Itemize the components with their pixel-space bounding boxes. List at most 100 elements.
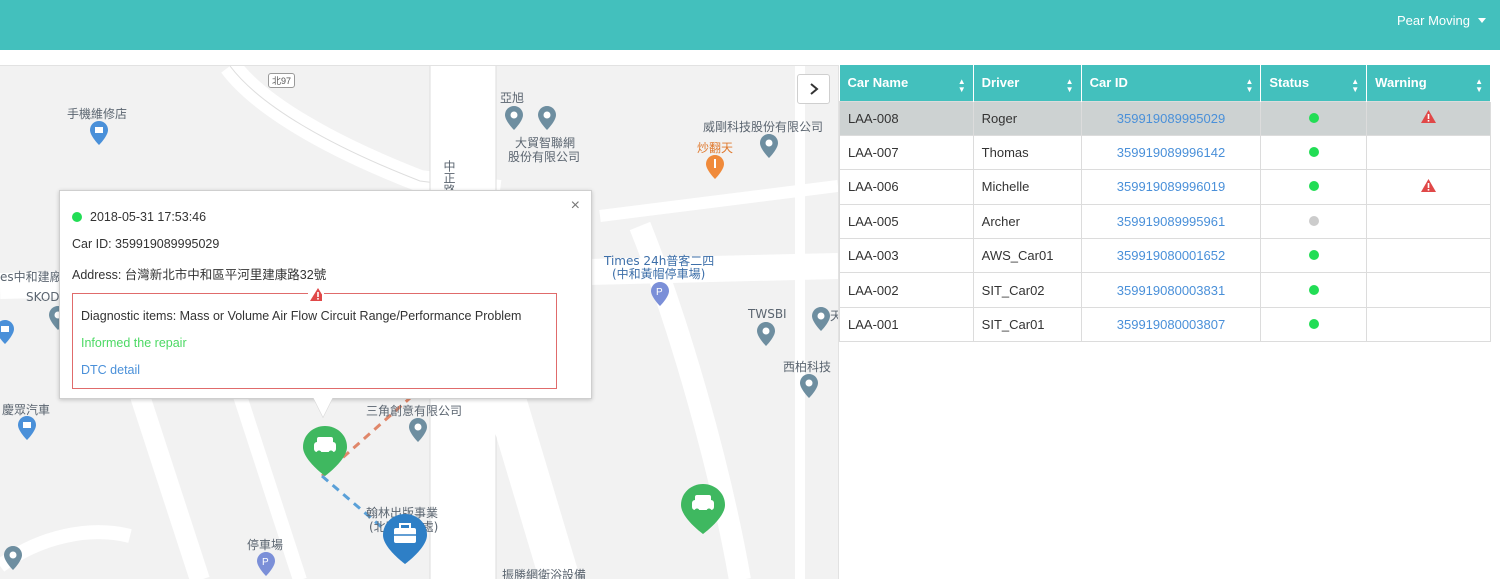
map-label-sanjiao: 三角創意有限公司 bbox=[366, 404, 463, 418]
map-label-trade-net-2: 股份有限公司 bbox=[508, 150, 581, 164]
warning-icon bbox=[1421, 178, 1437, 192]
cell-car-name: LAA-001 bbox=[839, 306, 974, 343]
cell-driver: AWS_Car01 bbox=[972, 238, 1082, 274]
diagnostic-box: Diagnostic items: Mass or Volume Air Flo… bbox=[72, 288, 557, 389]
sort-icon: ▲ ▼ bbox=[1065, 77, 1074, 94]
cell-status bbox=[1260, 203, 1368, 240]
map-label-partial: 天 bbox=[830, 307, 838, 324]
cell-warning bbox=[1366, 203, 1491, 240]
sort-icon: ▲ ▼ bbox=[1351, 77, 1360, 94]
map-label-twsbi: TWSBI bbox=[748, 307, 787, 321]
map-label-chaofan: 炒翻天 bbox=[697, 141, 734, 155]
cell-car-name: LAA-007 bbox=[839, 134, 974, 171]
cell-warning bbox=[1366, 272, 1491, 308]
cell-car-id[interactable]: 359919089996142 bbox=[1080, 134, 1262, 171]
cell-warning bbox=[1366, 100, 1491, 136]
column-header-label: Status bbox=[1269, 75, 1310, 91]
cell-warning bbox=[1366, 306, 1491, 343]
diagnostic-items: Diagnostic items: Mass or Volume Air Flo… bbox=[81, 309, 522, 323]
cell-driver: Roger bbox=[972, 100, 1082, 136]
cell-car-name: LAA-008 bbox=[839, 100, 974, 136]
cell-car-id[interactable]: 359919080003807 bbox=[1080, 306, 1262, 343]
sort-icon: ▲ ▼ bbox=[1245, 77, 1254, 94]
map-label-phone-shop: 手機維修店 bbox=[67, 107, 128, 121]
column-header-status[interactable]: Status ▲ ▼ bbox=[1260, 65, 1368, 101]
place-pin-icon bbox=[812, 307, 830, 331]
column-header-label: Car Name bbox=[847, 75, 909, 91]
table-row[interactable]: LAA-007 Thomas 359919089996142 bbox=[839, 134, 1491, 171]
cell-warning bbox=[1366, 238, 1491, 274]
column-header-warning[interactable]: Warning ▲ ▼ bbox=[1366, 65, 1491, 101]
caret-down-icon bbox=[1478, 18, 1486, 23]
column-header-car-id[interactable]: Car ID ▲ ▼ bbox=[1081, 65, 1262, 101]
car-marker-icon[interactable] bbox=[681, 484, 725, 534]
close-icon[interactable]: × bbox=[571, 197, 580, 215]
cell-status bbox=[1260, 134, 1368, 171]
place-pin-icon bbox=[757, 322, 775, 346]
place-pin-icon bbox=[505, 106, 523, 130]
place-pin-icon bbox=[4, 546, 22, 570]
map-view[interactable]: 北97 手機維修店 亞旭 大貿智聯網 股份有限公司 威剛科技股份有限公司 炒翻天… bbox=[0, 65, 838, 579]
column-header-car-name[interactable]: Car Name ▲ ▼ bbox=[839, 65, 974, 101]
cell-car-id[interactable]: 359919089996019 bbox=[1080, 169, 1262, 205]
cell-warning bbox=[1366, 169, 1491, 205]
warning-icon bbox=[308, 288, 324, 301]
user-menu[interactable]: Pear Moving bbox=[1397, 13, 1486, 28]
column-header-label: Driver bbox=[981, 75, 1020, 91]
cell-driver: Thomas bbox=[972, 134, 1082, 171]
cell-car-id[interactable]: 359919080001652 bbox=[1080, 238, 1262, 274]
status-dot-icon bbox=[1308, 250, 1319, 261]
column-header-label: Car ID bbox=[1089, 75, 1128, 91]
status-dot-icon bbox=[72, 212, 82, 222]
place-pin-icon bbox=[800, 374, 818, 398]
status-dot-icon bbox=[1308, 147, 1319, 158]
table-header-row: Car Name ▲ ▼ Driver ▲ ▼ Car ID ▲ ▼ Status ▲ ▼ Wa… bbox=[839, 65, 1491, 101]
column-header-label: Warning bbox=[1375, 75, 1427, 91]
parking-pin-icon: P bbox=[257, 552, 275, 576]
dtc-detail-link[interactable]: DTC detail bbox=[81, 363, 140, 377]
map-label-weigang: 威剛科技股份有限公司 bbox=[703, 120, 824, 134]
informed-repair-status: Informed the repair bbox=[81, 336, 187, 350]
vehicle-table-body: LAA-008 Roger 359919089995029 LAA-007 Thomas… bbox=[839, 100, 1491, 343]
cell-car-id[interactable]: 359919089995029 bbox=[1080, 100, 1262, 136]
table-row[interactable]: LAA-005 Archer 359919089995961 bbox=[839, 203, 1491, 240]
popup-datetime: 2018-05-31 17:53:46 bbox=[90, 210, 207, 224]
status-dot-icon bbox=[1308, 215, 1319, 226]
sort-icon: ▲ ▼ bbox=[957, 77, 966, 94]
place-pin-icon bbox=[538, 106, 556, 130]
table-row[interactable]: LAA-006 Michelle 359919089996019 bbox=[839, 169, 1491, 205]
cell-car-name: LAA-006 bbox=[839, 169, 974, 205]
expand-panel-button[interactable] bbox=[797, 74, 830, 104]
map-label-times-2: (中和黃帽停車場) bbox=[612, 267, 706, 281]
svg-text:P: P bbox=[262, 557, 269, 568]
road-shield: 北97 bbox=[268, 73, 296, 88]
column-header-driver[interactable]: Driver ▲ ▼ bbox=[973, 65, 1082, 101]
restaurant-pin-icon bbox=[706, 155, 724, 179]
map-label-zhensheng: 振勝網衛浴設備 bbox=[502, 568, 587, 579]
shop-pin-icon bbox=[90, 121, 108, 145]
status-dot-icon bbox=[1308, 319, 1319, 330]
table-row[interactable]: LAA-003 AWS_Car01 359919080001652 bbox=[839, 238, 1491, 274]
vehicle-table-panel: Car Name ▲ ▼ Driver ▲ ▼ Car ID ▲ ▼ Status ▲ ▼ Wa… bbox=[838, 65, 1500, 579]
table-row[interactable]: LAA-002 SIT_Car02 359919080003831 bbox=[839, 272, 1491, 308]
map-label-chunghe: es中和建廠 bbox=[0, 270, 62, 284]
car-marker-icon[interactable] bbox=[303, 426, 347, 476]
vehicle-info-popup: × 2018-05-31 17:53:46 Car ID: 3599190899… bbox=[59, 190, 592, 399]
cell-car-name: LAA-005 bbox=[839, 203, 974, 240]
popup-tail bbox=[313, 397, 333, 417]
cell-car-id[interactable]: 359919080003831 bbox=[1080, 272, 1262, 308]
user-name: Pear Moving bbox=[1397, 13, 1470, 28]
table-row[interactable]: LAA-008 Roger 359919089995029 bbox=[839, 100, 1491, 136]
cell-car-name: LAA-002 bbox=[839, 272, 974, 308]
popup-address: Address: 台灣新北市中和區平河里建康路32號 bbox=[72, 268, 327, 282]
cell-car-id[interactable]: 359919089995961 bbox=[1080, 203, 1262, 240]
shop-pin-icon bbox=[0, 320, 14, 344]
cell-driver: SIT_Car01 bbox=[972, 306, 1082, 343]
destination-marker-icon[interactable] bbox=[383, 514, 427, 564]
cell-status bbox=[1260, 306, 1368, 343]
sort-icon: ▲ ▼ bbox=[1475, 77, 1483, 94]
cell-status bbox=[1260, 272, 1368, 308]
cell-driver: SIT_Car02 bbox=[972, 272, 1082, 308]
table-row[interactable]: LAA-001 SIT_Car01 359919080003807 bbox=[839, 306, 1491, 343]
svg-text:P: P bbox=[656, 287, 663, 298]
